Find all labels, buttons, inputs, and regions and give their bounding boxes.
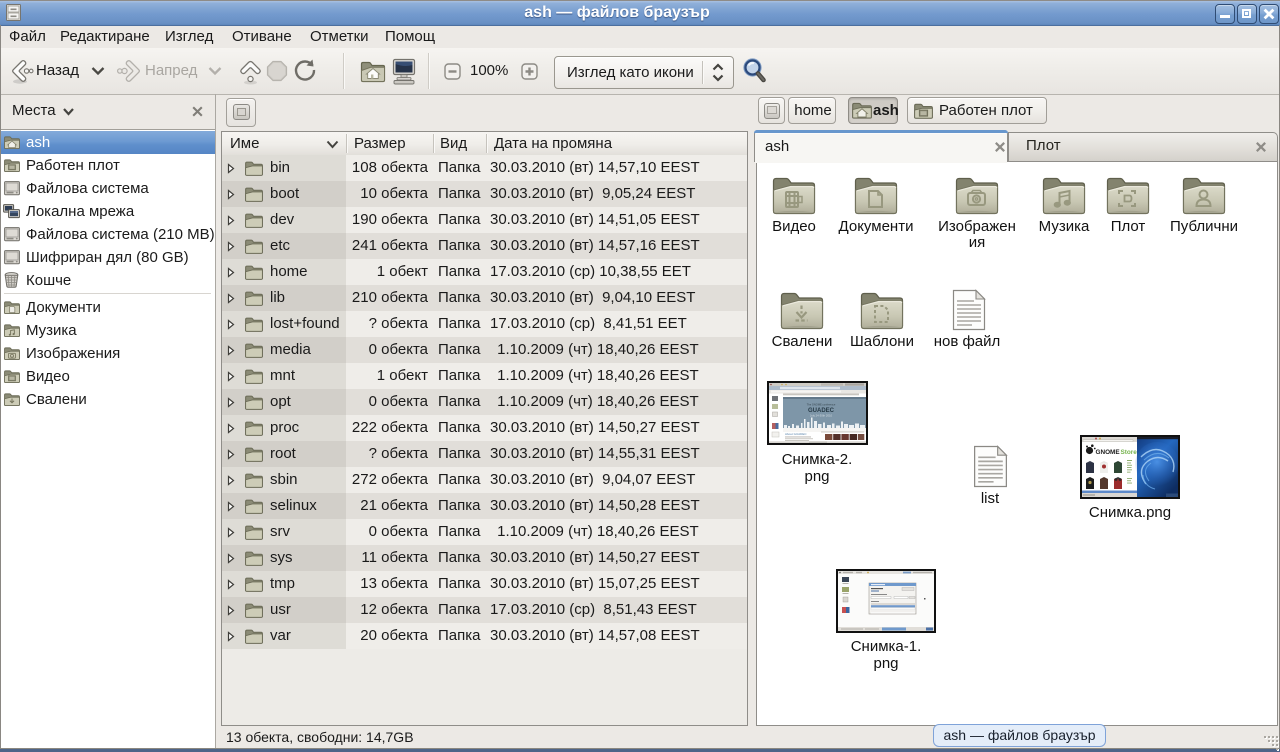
svg-text:About GUADEC: About GUADEC [785, 432, 807, 436]
svg-text:Store: Store [1121, 449, 1138, 456]
svg-text:July 24-30th 2010: July 24-30th 2010 [810, 414, 833, 418]
svg-text:The GNOME conference: The GNOME conference [807, 403, 836, 407]
svg-text:GNOME: GNOME [1096, 449, 1121, 456]
